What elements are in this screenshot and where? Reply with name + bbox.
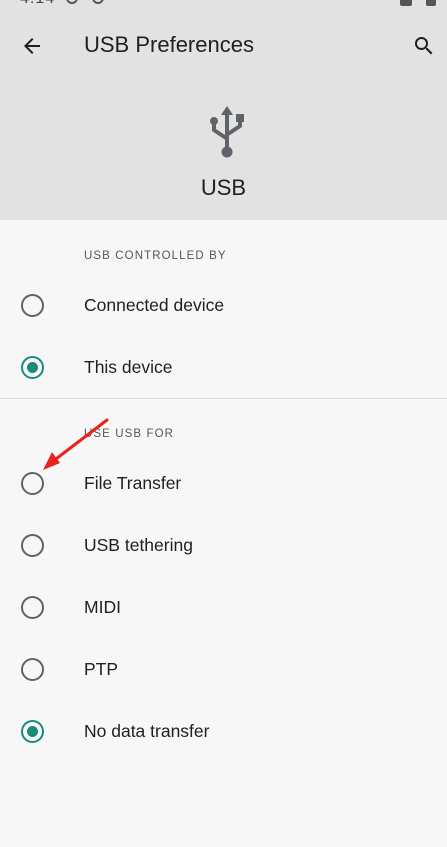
- radio-button[interactable]: [21, 294, 44, 317]
- option-usb-tethering[interactable]: USB tethering: [0, 515, 447, 575]
- usb-label: USB: [200, 175, 247, 200]
- status-bar: 4:14: [0, 0, 447, 10]
- page-title: USB Preferences: [84, 32, 254, 57]
- option-connected-device[interactable]: Connected device: [0, 275, 447, 335]
- option-label: File Transfer: [84, 473, 182, 493]
- option-label: Connected device: [84, 295, 225, 315]
- radio-button-checked[interactable]: [21, 720, 44, 743]
- option-no-data-transfer[interactable]: No data transfer: [0, 701, 447, 761]
- notification-icon: [66, 0, 78, 4]
- radio-button[interactable]: [21, 534, 44, 557]
- notification-icon: [92, 0, 104, 4]
- radio-button-checked[interactable]: [21, 356, 44, 379]
- option-this-device[interactable]: This device: [0, 337, 447, 397]
- mute-icon: [400, 0, 412, 6]
- back-button[interactable]: [14, 28, 50, 64]
- option-label: MIDI: [84, 597, 121, 617]
- section-header-use-usb-for: USE USB FOR: [84, 428, 175, 440]
- search-icon: [415, 37, 433, 55]
- option-label: PTP: [84, 659, 119, 679]
- usb-icon: [210, 106, 244, 158]
- option-label: This device: [84, 357, 173, 377]
- radio-button[interactable]: [21, 596, 44, 619]
- option-ptp[interactable]: PTP: [0, 639, 447, 699]
- option-label: USB tethering: [84, 535, 193, 555]
- status-time: 4:14: [20, 0, 55, 8]
- option-midi[interactable]: MIDI: [0, 577, 447, 637]
- section-header-usb-controlled-by: USB CONTROLLED BY: [84, 250, 227, 262]
- option-file-transfer[interactable]: File Transfer: [0, 453, 447, 513]
- section-divider: [0, 398, 447, 399]
- app-header: USB Preferences USB: [0, 10, 447, 220]
- radio-button[interactable]: [21, 472, 44, 495]
- search-button[interactable]: [406, 28, 442, 64]
- option-label: No data transfer: [84, 721, 210, 741]
- battery-icon: [426, 0, 436, 6]
- arrow-back-icon: [24, 38, 40, 54]
- radio-button[interactable]: [21, 658, 44, 681]
